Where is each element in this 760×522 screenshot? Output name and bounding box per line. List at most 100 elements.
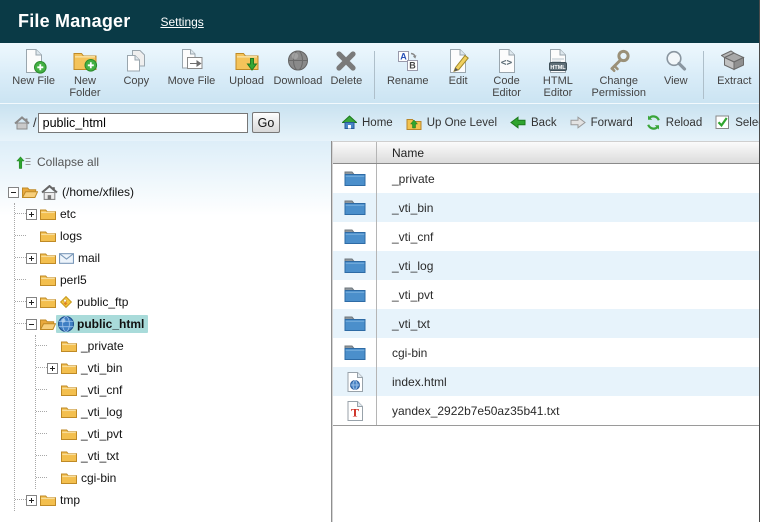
collapse-expander[interactable] xyxy=(8,186,19,198)
expand-expander[interactable] xyxy=(47,362,58,374)
tree-root-label[interactable]: (/home/xfiles) xyxy=(62,185,134,199)
tree-item-label[interactable]: perl5 xyxy=(60,273,87,287)
file-row[interactable]: _vti_txt xyxy=(333,309,760,338)
nav-label: Forward xyxy=(590,116,633,129)
tree-item-label[interactable]: cgi-bin xyxy=(81,471,116,485)
toolbar-label: Copy xyxy=(123,75,150,87)
tree-item-vti-pvt[interactable]: _vti_pvt xyxy=(36,423,331,445)
toolbar-label: Upload xyxy=(229,75,265,87)
edit-button[interactable]: Edit xyxy=(435,47,481,87)
tree-item-tmp[interactable]: tmp xyxy=(15,489,331,511)
move-file-button[interactable]: Move File xyxy=(162,47,221,87)
file-name: cgi-bin xyxy=(392,345,428,360)
tree-item-public-html[interactable]: public_html xyxy=(15,313,331,335)
nav-label: Reload xyxy=(665,116,703,129)
tree-item-label[interactable]: logs xyxy=(60,229,82,243)
toolbar-label: Delete xyxy=(330,75,363,87)
file-row[interactable]: T yandex_2922b7e50az35b41.txt xyxy=(333,396,760,425)
tree-item-vti-log[interactable]: _vti_log xyxy=(36,401,331,423)
tree-item-label[interactable]: mail xyxy=(78,251,100,265)
app-header: File Manager Settings xyxy=(0,0,760,43)
download-icon xyxy=(287,50,308,71)
extract-icon xyxy=(721,50,745,71)
file-row[interactable]: index.html xyxy=(333,367,760,396)
tree-item-root[interactable]: (/home/xfiles) xyxy=(8,181,331,203)
tree-item-public-ftp[interactable]: public_ftp xyxy=(15,291,331,313)
tree-item-perl5[interactable]: perl5 xyxy=(15,269,331,291)
back-button[interactable]: Back xyxy=(510,116,557,129)
file-name: _vti_pvt xyxy=(392,287,434,302)
toolbar-label: Download xyxy=(273,75,323,87)
svg-text:HTML: HTML xyxy=(550,65,566,71)
delete-button[interactable]: Delete xyxy=(324,47,370,87)
tree-item-label[interactable]: _private xyxy=(81,339,124,353)
new-file-button[interactable]: New File xyxy=(8,47,59,87)
select-all-button[interactable]: Select all xyxy=(715,115,760,130)
tree-item-etc[interactable]: etc xyxy=(15,203,331,225)
path-input[interactable] xyxy=(37,112,248,133)
file-row[interactable]: _vti_bin xyxy=(333,193,760,222)
collapse-all-button[interactable]: Collapse all xyxy=(16,155,331,169)
tree-item-label[interactable]: public_html xyxy=(77,317,144,331)
tree-item-label[interactable]: _vti_log xyxy=(81,405,122,419)
file-row[interactable]: cgi-bin xyxy=(333,338,760,367)
tree-item-mail[interactable]: mail xyxy=(15,247,331,269)
tree-item-label[interactable]: _vti_cnf xyxy=(81,383,122,397)
expand-expander[interactable] xyxy=(26,208,37,220)
up-one-level-button[interactable]: Up One Level xyxy=(406,116,497,130)
upload-button[interactable]: Upload xyxy=(221,47,272,87)
tree-item-cgi-bin[interactable]: cgi-bin xyxy=(36,467,331,489)
tree-item-label[interactable]: etc xyxy=(60,207,76,221)
forward-button[interactable]: Forward xyxy=(570,116,633,129)
folder-icon xyxy=(40,275,56,286)
expand-expander[interactable] xyxy=(26,494,37,506)
settings-link[interactable]: Settings xyxy=(160,15,203,29)
icon-column-header xyxy=(333,142,377,163)
tree-item-vti-txt[interactable]: _vti_txt xyxy=(36,445,331,467)
change-permission-button[interactable]: Change Permission xyxy=(584,47,654,100)
view-button[interactable]: View xyxy=(654,47,698,87)
code-editor-button[interactable]: <> Code Editor xyxy=(481,47,532,100)
folder-icon xyxy=(61,407,77,418)
home-icon xyxy=(342,115,357,129)
blue-folder-icon xyxy=(344,316,365,331)
text-file-icon: T xyxy=(347,400,363,421)
new-folder-button[interactable]: New Folder xyxy=(59,47,110,100)
reload-button[interactable]: Reload xyxy=(646,115,702,130)
file-row[interactable]: _private xyxy=(333,164,760,193)
nav-toolbar: Home Up One Level Back Forward Reload Se… xyxy=(342,115,760,130)
file-row[interactable]: _vti_log xyxy=(333,251,760,280)
tree-item-private[interactable]: _private xyxy=(36,335,331,357)
copy-button[interactable]: Copy xyxy=(111,47,162,87)
rename-button[interactable]: AB Rename xyxy=(380,47,435,87)
expand-expander[interactable] xyxy=(26,296,37,308)
file-row[interactable]: _vti_cnf xyxy=(333,222,760,251)
tree-item-vti-bin[interactable]: _vti_bin xyxy=(36,357,331,379)
tree-item-label[interactable]: _vti_txt xyxy=(81,449,119,463)
download-button[interactable]: Download xyxy=(272,47,323,87)
extract-button[interactable]: Extract xyxy=(709,47,760,87)
selected-tree-item[interactable]: public_html xyxy=(56,315,149,333)
tree-item-label[interactable]: tmp xyxy=(60,493,80,507)
svg-text:B: B xyxy=(409,61,416,71)
collapse-expander[interactable] xyxy=(26,318,37,330)
file-name: _vti_log xyxy=(392,258,434,273)
reload-icon xyxy=(646,115,660,130)
tree-item-logs[interactable]: logs xyxy=(15,225,331,247)
tree-item-label[interactable]: public_ftp xyxy=(77,295,128,309)
file-name: _vti_txt xyxy=(392,316,431,331)
name-column-header[interactable]: Name xyxy=(377,142,760,163)
toolbar-label: Extract xyxy=(717,75,752,87)
folder-icon xyxy=(40,297,56,308)
blue-folder-icon xyxy=(344,287,365,302)
toolbar-separator xyxy=(702,51,704,99)
tree-item-label[interactable]: _vti_bin xyxy=(81,361,122,375)
expand-expander[interactable] xyxy=(26,252,37,264)
file-name: _vti_bin xyxy=(392,200,434,215)
file-row[interactable]: _vti_pvt xyxy=(333,280,760,309)
tree-item-vti-cnf[interactable]: _vti_cnf xyxy=(36,379,331,401)
go-button[interactable]: Go xyxy=(251,112,281,133)
tree-item-label[interactable]: _vti_pvt xyxy=(81,427,122,441)
home-nav-button[interactable]: Home xyxy=(342,115,393,130)
html-editor-button[interactable]: HTML HTML Editor xyxy=(532,47,583,100)
